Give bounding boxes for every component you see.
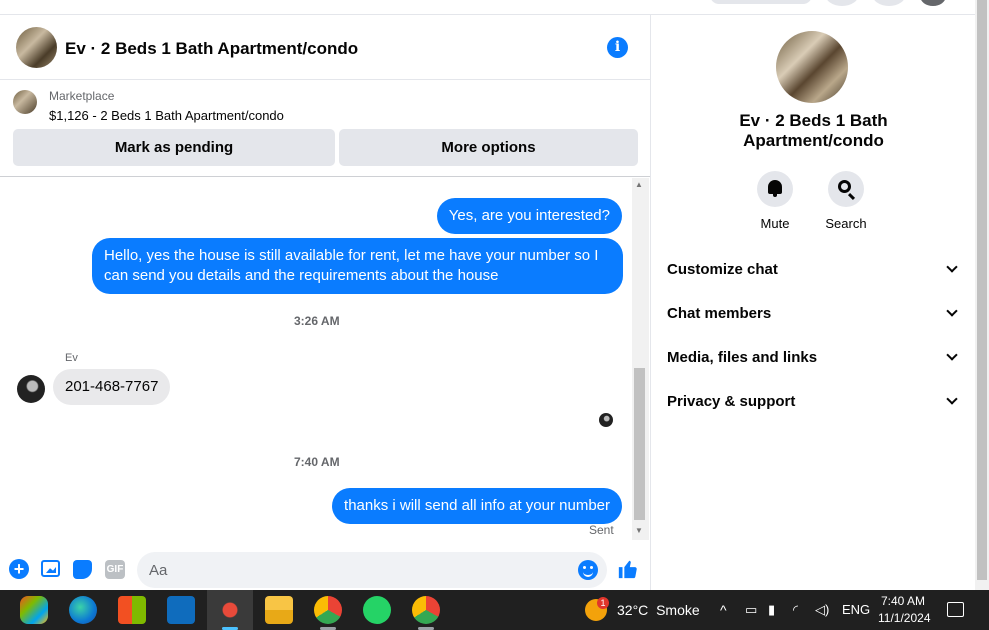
message-input[interactable] — [137, 552, 607, 588]
scrollbar-thumb[interactable] — [634, 368, 645, 520]
chevron-down-icon — [947, 261, 957, 271]
message-outgoing: Hello, yes the house is still available … — [92, 238, 623, 294]
conversation-info-panel: Ev · 2 Beds 1 Bath Apartment/condo Mute … — [652, 15, 975, 590]
gif-icon[interactable]: GIF — [105, 560, 125, 579]
info-title-line1: Ev · 2 Beds 1 Bath — [739, 111, 888, 130]
info-avatar[interactable] — [776, 31, 848, 103]
page-scrollbar-thumb[interactable] — [977, 0, 987, 580]
message-list: Yes, are you interested? Hello, yes the … — [0, 178, 632, 540]
clock-time[interactable]: 7:40 AM — [881, 594, 925, 608]
listing-price-title[interactable]: $1,126 - 2 Beds 1 Bath Apartment/condo — [49, 108, 284, 123]
language-indicator[interactable]: ENG — [842, 602, 870, 617]
page-scrollbar[interactable] — [975, 0, 989, 590]
more-options-button[interactable]: More options — [339, 129, 638, 166]
media-files-links-section[interactable]: Media, files and links — [667, 349, 957, 379]
copilot-icon[interactable] — [20, 596, 48, 624]
weather-condition: Smoke — [656, 602, 700, 618]
chevron-down-icon — [947, 349, 957, 359]
chevron-down-icon — [947, 305, 957, 315]
weather-widget[interactable]: 32°C Smoke — [617, 602, 700, 618]
chat-panel: Ev · 2 Beds 1 Bath Apartment/condo i Mar… — [0, 15, 651, 590]
scroll-up-arrow-icon[interactable]: ▲ — [635, 180, 643, 189]
chat-title[interactable]: Ev · 2 Beds 1 Bath Apartment/condo — [65, 39, 358, 59]
message-composer: + GIF — [0, 545, 650, 590]
chat-members-section[interactable]: Chat members — [667, 305, 957, 335]
battery-icon[interactable]: ▮ — [768, 602, 775, 618]
message-incoming: 201-468-7767 — [53, 369, 171, 405]
weather-badge: 1 — [597, 597, 609, 609]
search-button[interactable]: Search — [811, 171, 881, 231]
store-icon[interactable] — [118, 596, 146, 624]
notification-icon[interactable] — [947, 602, 964, 617]
mute-label: Mute — [760, 216, 790, 231]
info-icon[interactable]: i — [607, 37, 628, 58]
thumbs-up-icon[interactable] — [617, 558, 639, 586]
sticker-icon[interactable] — [73, 560, 92, 579]
chat-header: Ev · 2 Beds 1 Bath Apartment/condo i — [0, 15, 650, 80]
wifi-icon[interactable]: ◜ — [793, 602, 798, 618]
section-label: Chat members — [667, 305, 772, 322]
message-timestamp: 7:40 AM — [294, 455, 340, 469]
chat-avatar[interactable] — [16, 27, 57, 68]
mark-as-pending-button[interactable]: Mark as pending — [13, 129, 335, 166]
chrome-profile-icon[interactable] — [412, 596, 440, 624]
edge-icon[interactable] — [69, 596, 97, 624]
scroll-down-arrow-icon[interactable]: ▼ — [635, 526, 643, 535]
section-label: Media, files and links — [667, 349, 818, 366]
windows-taskbar: 1 32°C Smoke ^ ▭ ▮ ◜ ◁) ENG 7:40 AM 11/1… — [0, 590, 989, 630]
plus-icon[interactable]: + — [9, 559, 29, 579]
chrome-icon[interactable] — [314, 596, 342, 624]
app-icon[interactable] — [216, 596, 244, 624]
chevron-down-icon — [947, 393, 957, 403]
emoji-icon[interactable] — [578, 560, 598, 580]
whatsapp-icon[interactable] — [363, 596, 391, 624]
message-timestamp: 3:26 AM — [294, 314, 340, 328]
top-messenger-button[interactable] — [872, 0, 906, 6]
section-label: Customize chat — [667, 261, 778, 278]
seen-indicator-avatar — [599, 413, 613, 427]
privacy-support-section[interactable]: Privacy & support — [667, 393, 957, 423]
search-label: Search — [825, 216, 867, 231]
listing-source: Marketplace — [49, 89, 115, 103]
outlook-icon[interactable] — [167, 596, 195, 624]
marketplace-listing: Marketplace $1,126 - 2 Beds 1 Bath Apart… — [0, 81, 650, 177]
listing-thumbnail[interactable] — [13, 90, 37, 114]
clock-date[interactable]: 11/1/2024 — [878, 611, 931, 625]
sender-avatar[interactable] — [17, 375, 45, 403]
photo-icon[interactable] — [41, 560, 60, 577]
mute-button[interactable]: Mute — [740, 171, 810, 231]
top-menu-button[interactable] — [825, 0, 859, 6]
volume-icon[interactable]: ◁) — [815, 602, 829, 618]
top-strip — [0, 0, 975, 15]
message-scrollbar[interactable]: ▲ ▼ — [632, 178, 649, 540]
message-outgoing: Yes, are you interested? — [436, 198, 622, 234]
customize-chat-section[interactable]: Customize chat — [667, 261, 957, 291]
account-avatar[interactable] — [920, 0, 946, 6]
chevron-up-icon[interactable]: ^ — [720, 602, 727, 618]
section-label: Privacy & support — [667, 393, 796, 410]
message-status: Sent — [589, 523, 614, 537]
search-icon — [838, 180, 851, 193]
message-sender-name: Ev — [65, 352, 78, 364]
meet-now-icon[interactable]: ▭ — [745, 602, 757, 618]
info-title-line2: Apartment/condo — [743, 131, 884, 150]
bell-icon — [768, 180, 782, 197]
top-search-pill[interactable] — [710, 0, 812, 4]
message-outgoing: thanks i will send all info at your numb… — [332, 488, 622, 524]
weather-temperature: 32°C — [617, 602, 649, 618]
file-explorer-icon[interactable] — [265, 596, 293, 624]
